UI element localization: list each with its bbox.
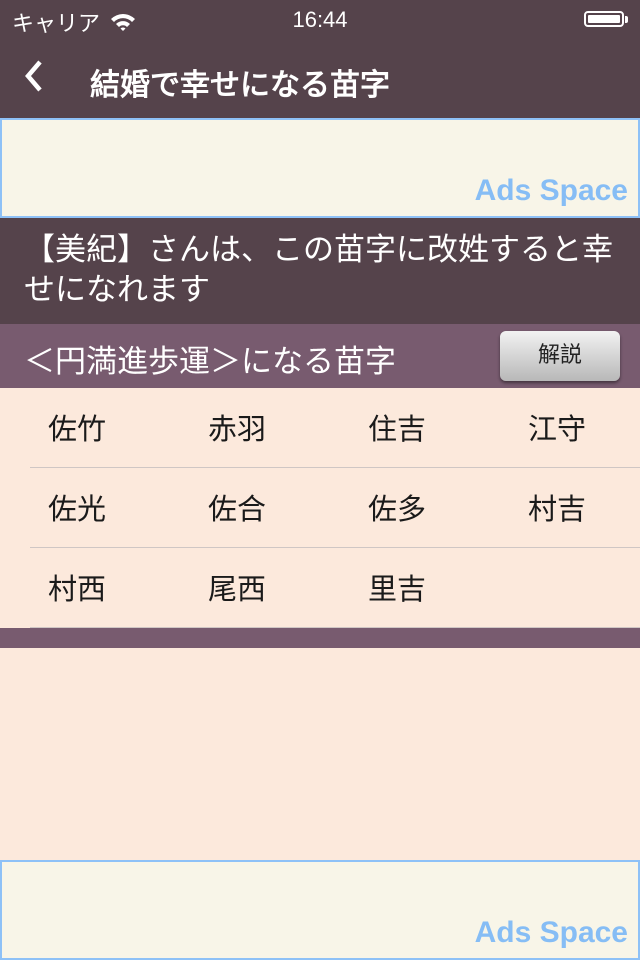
- ad-label: Ads Space: [474, 916, 628, 949]
- surname-cell[interactable]: 住吉: [368, 406, 426, 448]
- battery-icon: [584, 11, 628, 29]
- surname-cell[interactable]: 村吉: [528, 486, 586, 528]
- ad-banner-top[interactable]: Ads Space: [0, 118, 640, 218]
- explain-button[interactable]: 解説: [500, 331, 620, 381]
- surname-cell[interactable]: 佐合: [208, 486, 266, 528]
- surname-cell[interactable]: 佐竹: [48, 406, 106, 448]
- surname-cell[interactable]: 赤羽: [208, 406, 266, 448]
- surname-cell[interactable]: 佐光: [48, 486, 106, 528]
- ad-label: Ads Space: [474, 174, 628, 207]
- surname-cell[interactable]: 村西: [48, 566, 106, 608]
- chevron-left-icon[interactable]: [20, 54, 50, 98]
- table-row: 佐竹 赤羽 住吉 江守: [0, 388, 640, 468]
- section-title: ＜円満進歩運＞になる苗字: [24, 344, 396, 380]
- surname-cell[interactable]: 里吉: [368, 566, 426, 608]
- section-header: ＜円満進歩運＞になる苗字 解説: [0, 324, 640, 388]
- surname-cell[interactable]: 佐多: [368, 486, 426, 528]
- table-row: 佐光 佐合 佐多 村吉: [0, 468, 640, 548]
- section-footer: [0, 628, 640, 648]
- surname-cell[interactable]: 尾西: [208, 566, 266, 608]
- table-row: 村西 尾西 里吉: [0, 548, 640, 628]
- status-bar: キャリア 16:44: [0, 0, 640, 40]
- surname-cell[interactable]: 江守: [528, 406, 586, 448]
- result-message: 【美紀】さんは、この苗字に改姓すると幸せになれます: [0, 218, 640, 324]
- ad-banner-bottom[interactable]: Ads Space: [0, 860, 640, 960]
- surname-grid: 佐竹 赤羽 住吉 江守 佐光 佐合 佐多 村吉 村西 尾西 里吉: [0, 388, 640, 628]
- status-time: 16:44: [292, 7, 348, 32]
- navigation-bar: 結婚で幸せになる苗字: [0, 40, 640, 118]
- page-title: 結婚で幸せになる苗字: [90, 68, 390, 103]
